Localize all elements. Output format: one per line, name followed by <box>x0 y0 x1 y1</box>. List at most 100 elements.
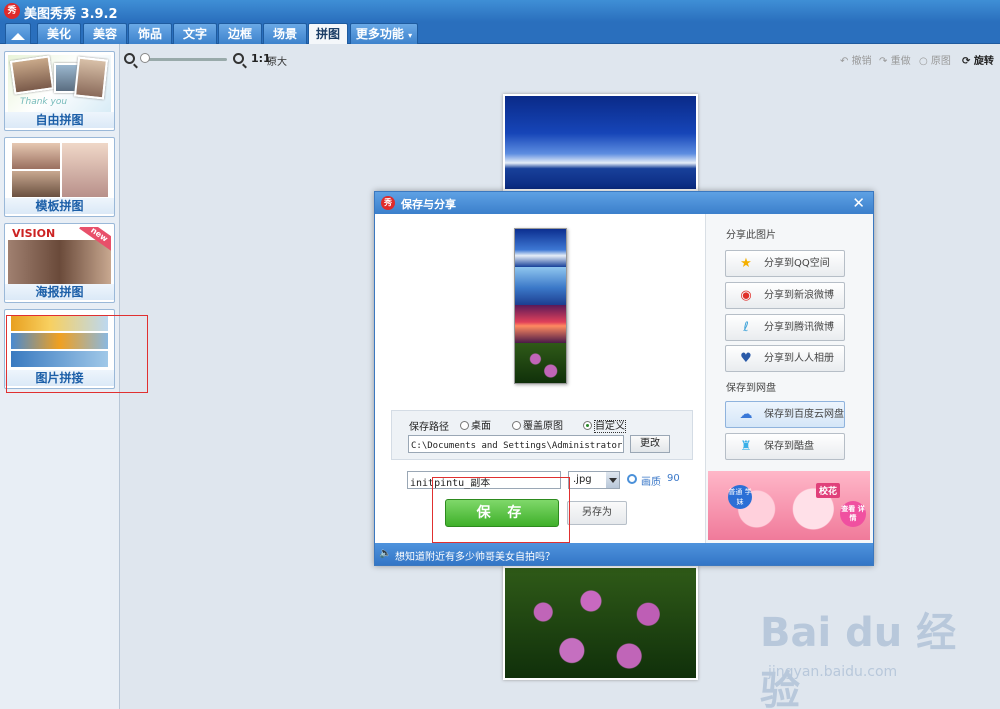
save-path-label: 保存路径 <box>409 422 449 433</box>
undo-button[interactable]: ↶ 撤销 <box>840 52 872 67</box>
poster-collage-label: 海报拼图 <box>5 284 114 300</box>
chevron-down-icon: ▾ <box>408 31 413 40</box>
tab-makeup[interactable]: 美容 <box>83 23 127 44</box>
redo-label: 重做 <box>890 56 911 67</box>
save-kupan-label: 保存到酷盘 <box>764 441 814 452</box>
save-baidu-cloud-label: 保存到百度云网盘 <box>764 409 844 420</box>
collage-preview <box>514 228 567 384</box>
rotate-button[interactable]: ⟳ 旋转 <box>962 52 994 67</box>
renren-icon: ♥ <box>740 351 752 366</box>
tab-accessories[interactable]: 饰品 <box>128 23 172 44</box>
restore-icon: ○ <box>919 56 928 67</box>
highlight-image-splice <box>6 315 148 393</box>
preview-strip-4 <box>515 343 566 383</box>
original-size-label[interactable]: 原大 <box>267 53 287 68</box>
share-section-title: 分享此图片 <box>726 230 776 241</box>
dropdown-arrow-icon[interactable] <box>606 472 619 488</box>
kupan-icon: ♜ <box>740 439 752 454</box>
tab-more[interactable]: 更多功能 ▾ <box>350 23 418 44</box>
share-tencent-weibo-button[interactable]: ℓ 分享到腾讯微博 <box>725 314 845 341</box>
share-qzone-label: 分享到QQ空间 <box>764 258 830 269</box>
preview-strip-1 <box>515 229 566 267</box>
title-bar: 秀 美图秀秀 3.9.2 <box>0 0 1000 22</box>
tab-text[interactable]: 文字 <box>173 23 217 44</box>
radio-overwrite-circle <box>512 421 521 430</box>
zoom-out-icon[interactable] <box>124 53 135 64</box>
tab-collage[interactable]: 拼图 <box>308 23 348 44</box>
thank-you-text: Thank you <box>20 97 68 107</box>
format-select[interactable]: .jpg <box>568 471 620 489</box>
home-icon <box>11 33 25 40</box>
template-collage-thumbnail <box>8 141 111 198</box>
poster-collage-card[interactable]: VISION new 海报拼图 <box>4 223 115 303</box>
preview-strip-2 <box>515 267 566 305</box>
radio-overwrite-label: 覆盖原图 <box>523 421 563 432</box>
preview-strip-3 <box>515 305 566 343</box>
quality-label[interactable]: 画质 <box>641 473 661 488</box>
redo-icon: ↷ <box>879 56 888 67</box>
format-value: .jpg <box>573 474 592 485</box>
close-icon[interactable]: ✕ <box>852 194 865 212</box>
radio-custom-label: 自定义 <box>594 420 626 433</box>
highlight-save-button <box>432 477 570 543</box>
tab-home[interactable] <box>5 23 31 44</box>
zoom-slider[interactable] <box>142 58 227 61</box>
canvas-toolbar: 1:1 原大 ↶ 撤销 ↷ 重做 ○ 原图 ⟳ 旋转 <box>120 44 1000 72</box>
quality-gear-icon[interactable] <box>627 474 637 484</box>
tab-scene[interactable]: 场景 <box>263 23 307 44</box>
zoom-in-icon[interactable] <box>233 53 244 64</box>
promo-details-button[interactable]: 查看 详情 <box>840 501 866 527</box>
save-path-panel: 保存路径 桌面 覆盖原图 自定义 C:\Documents and Settin… <box>391 410 693 460</box>
tab-border[interactable]: 边框 <box>218 23 262 44</box>
tab-more-label: 更多功能 <box>355 27 404 41</box>
star-icon: ★ <box>740 256 752 271</box>
dialog-title-bar: 秀 保存与分享 ✕ <box>375 192 873 214</box>
dialog-footer: 🔈 想知道附近有多少帅哥美女自拍吗？ <box>375 543 873 565</box>
main-tab-bar: 美化 美容 饰品 文字 边框 场景 拼图 更多功能 ▾ <box>0 22 1000 44</box>
free-collage-card[interactable]: Thank you 自由拼图 <box>4 51 115 131</box>
save-path-input[interactable]: C:\Documents and Settings\Administrator\… <box>408 435 624 453</box>
radio-desktop-label: 桌面 <box>471 421 491 432</box>
share-sina-weibo-button[interactable]: ◉ 分享到新浪微博 <box>725 282 845 309</box>
save-baidu-cloud-button[interactable]: ☁ 保存到百度云网盘 <box>725 401 845 428</box>
restore-button[interactable]: ○ 原图 <box>919 52 951 67</box>
baidu-watermark: Bai du 经验 jingyan.baidu.com <box>760 600 990 709</box>
watermark-brand: Bai du 经验 <box>760 610 957 709</box>
footer-link[interactable]: 想知道附近有多少帅哥美女自拍吗？ <box>395 548 555 563</box>
radio-desktop[interactable]: 桌面 <box>460 417 491 432</box>
app-title: 美图秀秀 3.9.2 <box>24 7 118 22</box>
promo-banner[interactable]: 普通 学妹 校花 查看 详情 <box>708 471 870 540</box>
share-panel: 分享此图片 ★ 分享到QQ空间 ◉ 分享到新浪微博 ℓ 分享到腾讯微博 ♥ 分享到人人相… <box>705 214 873 544</box>
change-path-button[interactable]: 更改 <box>630 435 670 453</box>
cloud-section-title: 保存到网盘 <box>726 383 776 394</box>
quality-value: 90 <box>667 473 680 484</box>
free-collage-label: 自由拼图 <box>5 112 114 128</box>
undo-label: 撤销 <box>851 56 872 67</box>
radio-overwrite[interactable]: 覆盖原图 <box>512 417 563 432</box>
dialog-logo: 秀 <box>381 196 395 210</box>
radio-custom[interactable]: 自定义 <box>583 417 626 433</box>
free-collage-thumbnail: Thank you <box>8 55 111 112</box>
save-as-button[interactable]: 另存为 <box>567 501 627 525</box>
share-qzone-button[interactable]: ★ 分享到QQ空间 <box>725 250 845 277</box>
restore-label: 原图 <box>930 56 951 67</box>
tab-beautify[interactable]: 美化 <box>37 23 81 44</box>
template-collage-card[interactable]: 模板拼图 <box>4 137 115 217</box>
zoom-slider-knob[interactable] <box>140 53 150 63</box>
tencent-weibo-icon: ℓ <box>743 320 749 335</box>
poster-collage-thumbnail: VISION new <box>8 227 111 284</box>
canvas-image-bottom <box>503 566 698 680</box>
redo-button[interactable]: ↷ 重做 <box>879 52 911 67</box>
rotate-label: 旋转 <box>973 56 994 67</box>
weibo-icon: ◉ <box>740 288 752 303</box>
vision-text: VISION <box>12 227 56 240</box>
promo-tag: 校花 <box>815 483 840 498</box>
rotate-icon: ⟳ <box>962 56 971 67</box>
share-tencent-weibo-label: 分享到腾讯微博 <box>764 322 834 333</box>
radio-desktop-circle <box>460 421 469 430</box>
template-collage-label: 模板拼图 <box>5 198 114 214</box>
undo-icon: ↶ <box>840 56 849 67</box>
speaker-icon: 🔈 <box>379 548 392 559</box>
save-kupan-button[interactable]: ♜ 保存到酷盘 <box>725 433 845 460</box>
share-renren-button[interactable]: ♥ 分享到人人相册 <box>725 345 845 372</box>
